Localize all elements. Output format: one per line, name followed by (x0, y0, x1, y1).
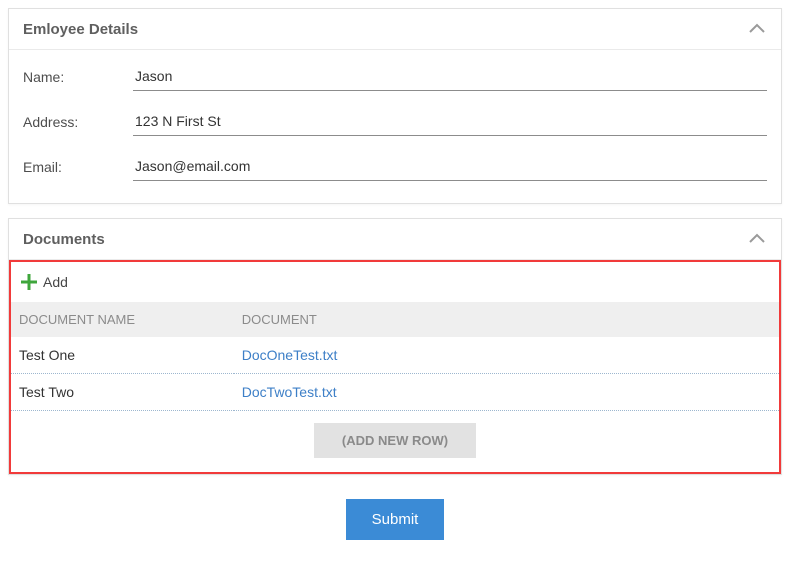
address-row: Address: (23, 99, 767, 144)
add-label: Add (43, 274, 68, 290)
employee-card-title: Emloyee Details (23, 21, 138, 38)
name-row: Name: (23, 54, 767, 99)
address-label: Address: (23, 114, 133, 130)
email-input[interactable] (133, 152, 767, 181)
name-label: Name: (23, 69, 133, 85)
email-label: Email: (23, 159, 133, 175)
doc-name-cell: Test One (11, 337, 234, 374)
employee-details-card: Emloyee Details Name: Address: Email: (8, 8, 782, 204)
documents-table: DOCUMENT NAME DOCUMENT Test One DocOneTe… (11, 302, 779, 411)
chevron-up-icon[interactable] (747, 229, 767, 249)
documents-card-header[interactable]: Documents (9, 219, 781, 260)
doc-link-cell[interactable]: DocTwoTest.txt (234, 374, 779, 411)
table-header-row: DOCUMENT NAME DOCUMENT (11, 302, 779, 337)
chevron-up-icon[interactable] (747, 19, 767, 39)
add-new-row-container: (ADD NEW ROW) (11, 411, 779, 460)
table-row[interactable]: Test One DocOneTest.txt (11, 337, 779, 374)
submit-row: Submit (8, 489, 782, 550)
name-input[interactable] (133, 62, 767, 91)
plus-icon (19, 272, 39, 292)
employee-card-body: Name: Address: Email: (9, 50, 781, 203)
col-document-name: DOCUMENT NAME (11, 302, 234, 337)
documents-card: Documents Add DOCUMENT NAME DOCUMENT (8, 218, 782, 475)
table-row[interactable]: Test Two DocTwoTest.txt (11, 374, 779, 411)
doc-link-cell[interactable]: DocOneTest.txt (234, 337, 779, 374)
employee-card-header[interactable]: Emloyee Details (9, 9, 781, 50)
documents-body: Add DOCUMENT NAME DOCUMENT Test One DocO… (9, 260, 781, 474)
add-document-button[interactable]: Add (11, 270, 779, 302)
submit-button[interactable]: Submit (346, 499, 445, 540)
address-input[interactable] (133, 107, 767, 136)
doc-name-cell: Test Two (11, 374, 234, 411)
documents-card-title: Documents (23, 231, 105, 248)
email-row: Email: (23, 144, 767, 189)
col-document: DOCUMENT (234, 302, 779, 337)
add-new-row-button[interactable]: (ADD NEW ROW) (314, 423, 476, 458)
